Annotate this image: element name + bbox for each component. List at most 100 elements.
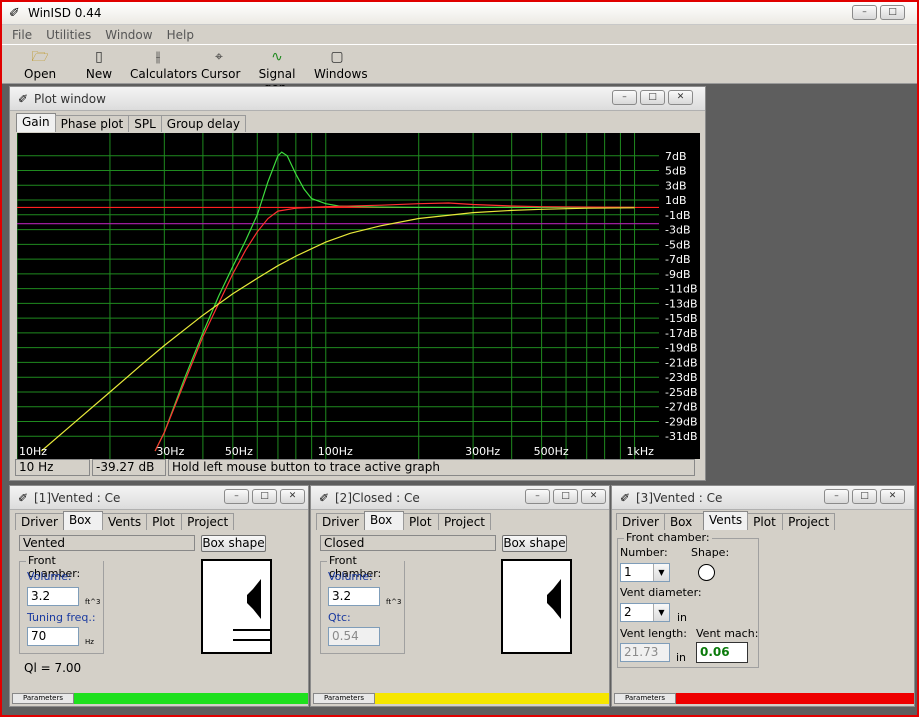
- y-tick-label: -29dB: [665, 415, 698, 428]
- tab-box[interactable]: Box: [663, 513, 704, 530]
- app-titlebar: ✐ WinISD 0.44 – □: [2, 2, 917, 25]
- folder-open-icon: 🗁: [31, 49, 49, 65]
- vent-length-unit: in: [676, 651, 687, 664]
- menu-utilities[interactable]: Utilities: [46, 28, 91, 42]
- window-3-titlebar: ✐ [3]Vented : Ce – □ ✕: [612, 486, 914, 510]
- winisd-logo-icon: ✐: [18, 491, 29, 505]
- app-title: WinISD 0.44: [28, 6, 102, 20]
- y-tick-label: -9dB: [665, 268, 691, 281]
- box-type-field: Vented: [19, 535, 195, 551]
- tab-gain[interactable]: Gain: [16, 113, 56, 132]
- vent-length-field: 21.73: [620, 643, 670, 662]
- x-tick-label: 100Hz: [318, 445, 353, 458]
- calculator-icon: ⫲: [155, 49, 161, 65]
- tab-group-delay[interactable]: Group delay: [160, 115, 246, 132]
- vent-diameter-select[interactable]: 2 ▼: [620, 603, 670, 622]
- menu-help[interactable]: Help: [167, 28, 194, 42]
- tab-driver[interactable]: Driver: [15, 513, 64, 530]
- minimize-button[interactable]: –: [852, 5, 877, 20]
- vent-mach-label: Vent mach:: [696, 627, 759, 640]
- vent-diameter-unit: in: [677, 611, 688, 624]
- tab-plot[interactable]: Plot: [402, 513, 439, 530]
- vent-shape-label: Shape:: [691, 546, 730, 559]
- parameters-button[interactable]: Parameters: [614, 693, 676, 704]
- maximize-button[interactable]: □: [252, 489, 277, 504]
- tuning-freq-label: Tuning freq.:: [27, 611, 96, 624]
- close-button[interactable]: ✕: [280, 489, 305, 504]
- response-curve-2: [154, 202, 635, 452]
- window-2-titlebar: ✐ [2]Closed : Ce – □ ✕: [311, 486, 609, 510]
- box-shape-button[interactable]: Box shape: [502, 535, 567, 552]
- gain-plot[interactable]: 7dB 5dB 3dB 1dB -1dB -3dB -5dB -7dB -9dB -11dB -13…: [16, 133, 700, 459]
- box-type-field: Closed: [320, 535, 496, 551]
- y-tick-label: -3dB: [665, 224, 691, 237]
- status-indicator-bar: [74, 693, 308, 704]
- tab-box[interactable]: Box: [62, 511, 103, 530]
- menu-window[interactable]: Window: [105, 28, 152, 42]
- vent-number-select[interactable]: 1 ▼: [620, 563, 670, 582]
- tab-vents[interactable]: Vents: [702, 511, 749, 530]
- parameters-button[interactable]: Parameters: [313, 693, 375, 704]
- new-button[interactable]: ▯ New: [84, 47, 114, 81]
- y-tick-label: -11dB: [665, 283, 698, 296]
- y-tick-label: -23dB: [665, 371, 698, 384]
- speaker-driver-icon: [547, 579, 561, 619]
- y-tick-label: -27dB: [665, 401, 698, 414]
- window-1-titlebar: ✐ [1]Vented : Ce – □ ✕: [10, 486, 308, 510]
- calculators-button[interactable]: ⫲ Calculators: [130, 47, 197, 81]
- ql-value: Ql = 7.00: [24, 661, 82, 675]
- tab-vents[interactable]: Vents: [101, 513, 148, 530]
- minimize-button[interactable]: –: [525, 489, 550, 504]
- x-tick-label: 1kHz: [627, 445, 655, 458]
- project-window-3: ✐ [3]Vented : Ce – □ ✕ Driver Box Vents …: [611, 485, 915, 707]
- y-tick-label: -7dB: [665, 253, 691, 266]
- y-tick-label: -19dB: [665, 342, 698, 355]
- maximize-button[interactable]: □: [880, 5, 905, 20]
- tuning-freq-input[interactable]: 70: [27, 627, 79, 646]
- x-tick-label: 300Hz: [465, 445, 500, 458]
- tab-driver[interactable]: Driver: [316, 513, 365, 530]
- plot-window-title: Plot window: [34, 92, 106, 106]
- plot-window-titlebar: ✐ Plot window – □ ✕: [10, 87, 705, 111]
- tab-spl[interactable]: SPL: [128, 115, 162, 132]
- box-shape-button[interactable]: Box shape: [201, 535, 266, 552]
- tab-driver[interactable]: Driver: [616, 513, 665, 530]
- volume-input[interactable]: 3.2: [328, 587, 380, 606]
- tab-plot[interactable]: Plot: [146, 513, 183, 530]
- volume-input[interactable]: 3.2: [27, 587, 79, 606]
- new-document-icon: ▯: [95, 49, 103, 65]
- parameters-button[interactable]: Parameters: [12, 693, 74, 704]
- close-button[interactable]: ✕: [668, 90, 693, 105]
- menu-file[interactable]: File: [12, 28, 32, 42]
- x-tick-label: 50Hz: [225, 445, 253, 458]
- status-hint: Hold left mouse button to trace active g…: [168, 459, 695, 476]
- cursor-button[interactable]: ⌖ Cursor: [201, 47, 240, 81]
- qtc-field: 0.54: [328, 627, 380, 646]
- maximize-button[interactable]: □: [553, 489, 578, 504]
- menu-bar: File Utilities Window Help: [2, 25, 917, 44]
- open-button[interactable]: 🗁 Open: [24, 47, 56, 81]
- y-tick-label: -25dB: [665, 386, 698, 399]
- maximize-button[interactable]: □: [640, 90, 665, 105]
- tab-project[interactable]: Project: [437, 513, 491, 530]
- tab-phase-plot[interactable]: Phase plot: [54, 115, 130, 132]
- tab-project[interactable]: Project: [782, 513, 836, 530]
- x-tick-label: 30Hz: [156, 445, 184, 458]
- tab-box[interactable]: Box: [363, 511, 404, 530]
- minimize-button[interactable]: –: [824, 489, 849, 504]
- y-tick-label: -31dB: [665, 430, 698, 443]
- maximize-button[interactable]: □: [852, 489, 877, 504]
- window-3-title: [3]Vented : Ce: [636, 491, 723, 505]
- round-vent-shape-icon[interactable]: [698, 564, 715, 581]
- tab-plot[interactable]: Plot: [747, 513, 784, 530]
- minimize-button[interactable]: –: [612, 90, 637, 105]
- box-shape-preview: [201, 559, 272, 654]
- front-chamber-label: Front chamber:: [624, 531, 712, 544]
- gain-chart: 7dB 5dB3dB 1dB -1dB -3dB-5dB -7dB -9dB -11dB-13…: [16, 133, 698, 459]
- close-button[interactable]: ✕: [880, 489, 905, 504]
- close-button[interactable]: ✕: [581, 489, 606, 504]
- windows-button[interactable]: ▢ Windows: [314, 47, 368, 81]
- minimize-button[interactable]: –: [224, 489, 249, 504]
- vent-number-label: Number:: [620, 546, 668, 559]
- tab-project[interactable]: Project: [181, 513, 235, 530]
